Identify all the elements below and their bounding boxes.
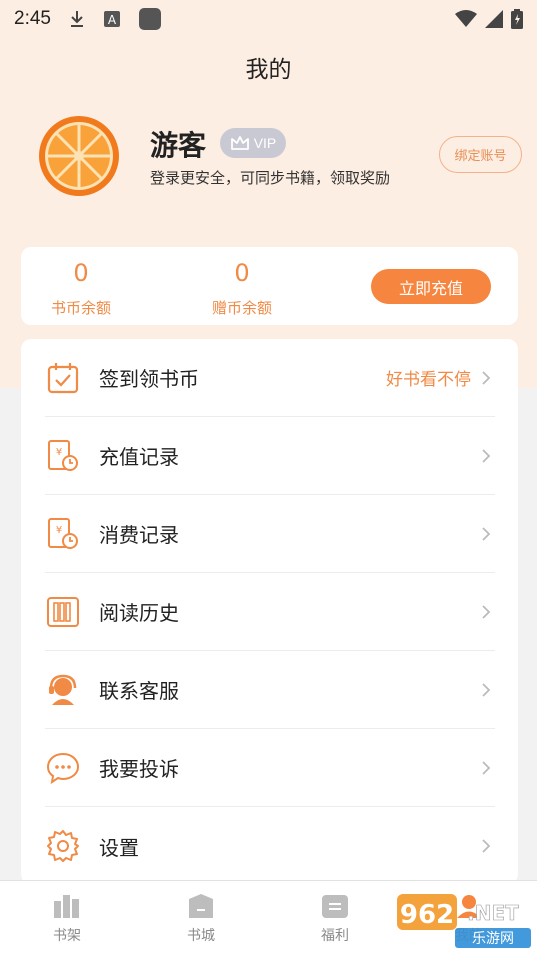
login-tip: 登录更安全，可同步书籍，领取奖励: [150, 169, 391, 187]
vip-badge: VIP: [220, 128, 286, 158]
chat-bubble-icon: [45, 750, 81, 786]
chevron-right-icon: [481, 368, 495, 388]
coin-balance-value: 0: [73, 259, 89, 287]
gift-balance-value: 0: [234, 259, 250, 287]
menu-label: 阅读历史: [99, 601, 179, 625]
download-icon: [69, 9, 85, 29]
menu-item-reading-history[interactable]: 阅读历史: [45, 573, 495, 651]
store-tab-icon: [189, 894, 213, 918]
bookshelf-icon: [45, 594, 81, 630]
menu-label: 设置: [99, 835, 139, 860]
coin-balance: 0 书币余额: [21, 257, 141, 318]
headset-icon: [45, 672, 81, 708]
svg-text:乐游网: 乐游网: [472, 931, 514, 947]
chevron-right-icon: [481, 446, 495, 466]
chevron-right-icon: [481, 758, 495, 778]
menu-card: 签到领书币 好书看不停 ¥ 充值记录 ¥ 消费记录 阅读历史 联系客服 我要投诉…: [21, 339, 518, 884]
tab-label: 书架: [53, 928, 81, 944]
menu-label: 签到领书币: [99, 367, 199, 391]
status-bar: 2:45 A: [0, 0, 537, 38]
menu-item-complaint[interactable]: 我要投诉: [45, 729, 495, 807]
svg-text:962: 962: [400, 900, 454, 930]
square-icon: [138, 8, 161, 30]
menu-label: 我要投诉: [99, 757, 179, 781]
gear-icon: [45, 828, 81, 864]
site-watermark: 962 .NET 乐游网: [397, 890, 533, 950]
gift-tab-icon: [322, 895, 348, 918]
signal-icon: [485, 10, 503, 28]
user-name: 游客: [150, 129, 207, 162]
recharge-button[interactable]: 立即充值: [371, 269, 491, 304]
menu-extra: 好书看不停: [386, 370, 471, 390]
a-box-icon: A: [103, 10, 121, 28]
calendar-check-icon: [45, 360, 81, 396]
gift-balance-label: 赠币余额: [211, 299, 272, 317]
menu-item-customer-service[interactable]: 联系客服: [45, 651, 495, 729]
bind-account-button[interactable]: 绑定账号: [439, 136, 522, 173]
tab-label: 书城: [187, 928, 215, 944]
menu-item-consumption-record[interactable]: ¥ 消费记录: [45, 495, 495, 573]
bookshelf-tab-icon: [54, 895, 79, 918]
svg-text:¥: ¥: [56, 525, 62, 536]
chevron-right-icon: [481, 524, 495, 544]
chevron-right-icon: [481, 680, 495, 700]
wifi-icon: [455, 10, 477, 28]
tab-label: 福利: [321, 928, 349, 944]
tab-bookshelf[interactable]: 书架: [0, 881, 134, 956]
menu-label: 消费记录: [99, 523, 179, 547]
receipt-clock-icon: ¥: [45, 438, 81, 474]
svg-text:¥: ¥: [56, 447, 62, 458]
svg-text:.NET: .NET: [467, 901, 519, 925]
battery-icon: [511, 9, 523, 29]
tab-welfare[interactable]: 福利: [268, 881, 402, 956]
svg-text:A: A: [108, 13, 117, 27]
status-time: 2:45: [14, 8, 51, 29]
menu-item-settings[interactable]: 设置: [45, 807, 495, 885]
coin-balance-label: 书币余额: [50, 299, 111, 317]
menu-item-checkin[interactable]: 签到领书币 好书看不停: [45, 339, 495, 417]
avatar[interactable]: [38, 115, 120, 197]
chevron-right-icon: [481, 602, 495, 622]
crown-icon: [230, 136, 249, 150]
vip-label: VIP: [253, 135, 277, 151]
gift-balance: 0 赠币余额: [182, 257, 302, 318]
orange-slice-icon: [39, 116, 119, 196]
chevron-right-icon: [481, 836, 495, 856]
menu-label: 充值记录: [99, 445, 179, 469]
page-title: 我的: [245, 57, 292, 83]
menu-item-recharge-record[interactable]: ¥ 充值记录: [45, 417, 495, 495]
balance-card: 0 书币余额 0 赠币余额 立即充值: [21, 247, 518, 325]
tab-bookstore[interactable]: 书城: [134, 881, 268, 956]
menu-label: 联系客服: [99, 679, 179, 703]
receipt-clock-icon: ¥: [45, 516, 81, 552]
